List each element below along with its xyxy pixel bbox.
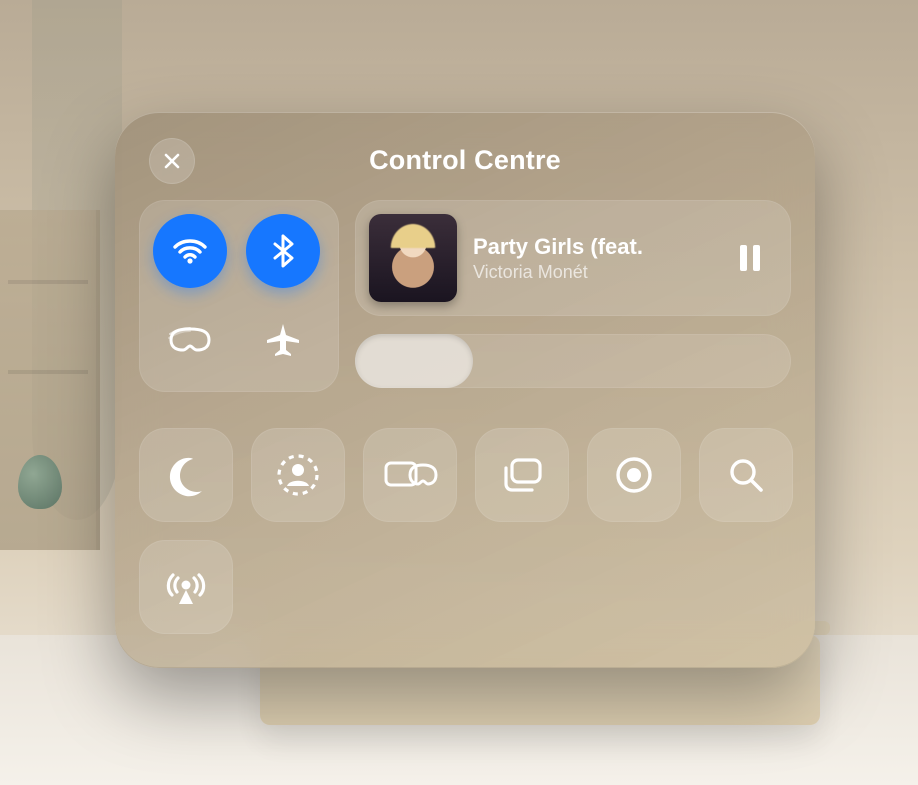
- screen-record-button[interactable]: [587, 428, 681, 522]
- focus-button[interactable]: [139, 428, 233, 522]
- moon-icon: [164, 453, 208, 497]
- media-artist: Victoria Monét: [473, 262, 711, 283]
- airdrop-icon: [162, 563, 210, 611]
- guest-user-icon: [274, 451, 322, 499]
- panel-header: Control Centre: [139, 134, 791, 186]
- panel-title: Control Centre: [369, 145, 561, 176]
- close-icon: [162, 151, 182, 171]
- windows-icon: [498, 454, 546, 496]
- headset-toggle[interactable]: [153, 303, 227, 377]
- play-pause-button[interactable]: [727, 243, 773, 273]
- bluetooth-icon: [264, 232, 302, 270]
- close-button[interactable]: [149, 138, 195, 184]
- controls-row: [139, 428, 791, 522]
- bluetooth-toggle[interactable]: [246, 214, 320, 288]
- record-icon: [612, 453, 656, 497]
- wifi-icon: [170, 231, 210, 271]
- volume-slider[interactable]: [355, 334, 791, 388]
- media-column: Party Girls (feat. Victoria Monét: [355, 200, 791, 392]
- search-button[interactable]: [699, 428, 793, 522]
- mirror-display-button[interactable]: [363, 428, 457, 522]
- control-centre-panel: Control Centre: [115, 112, 815, 668]
- extra-row: [139, 540, 791, 634]
- wifi-toggle[interactable]: [153, 214, 227, 288]
- airplane-icon: [263, 320, 303, 360]
- airdrop-button[interactable]: [139, 540, 233, 634]
- now-playing-tile[interactable]: Party Girls (feat. Victoria Monét: [355, 200, 791, 316]
- headset-icon: [167, 325, 213, 355]
- volume-fill: [355, 334, 473, 388]
- media-title: Party Girls (feat.: [473, 234, 711, 260]
- pause-icon: [737, 243, 763, 273]
- mirror-display-icon: [382, 455, 438, 495]
- guest-user-button[interactable]: [251, 428, 345, 522]
- album-art: [369, 214, 457, 302]
- media-text: Party Girls (feat. Victoria Monét: [473, 234, 711, 283]
- window-switcher-button[interactable]: [475, 428, 569, 522]
- spatial-background: Control Centre: [0, 0, 918, 785]
- connectivity-tile: [139, 200, 339, 392]
- search-icon: [724, 453, 768, 497]
- airplane-mode-toggle[interactable]: [246, 303, 320, 377]
